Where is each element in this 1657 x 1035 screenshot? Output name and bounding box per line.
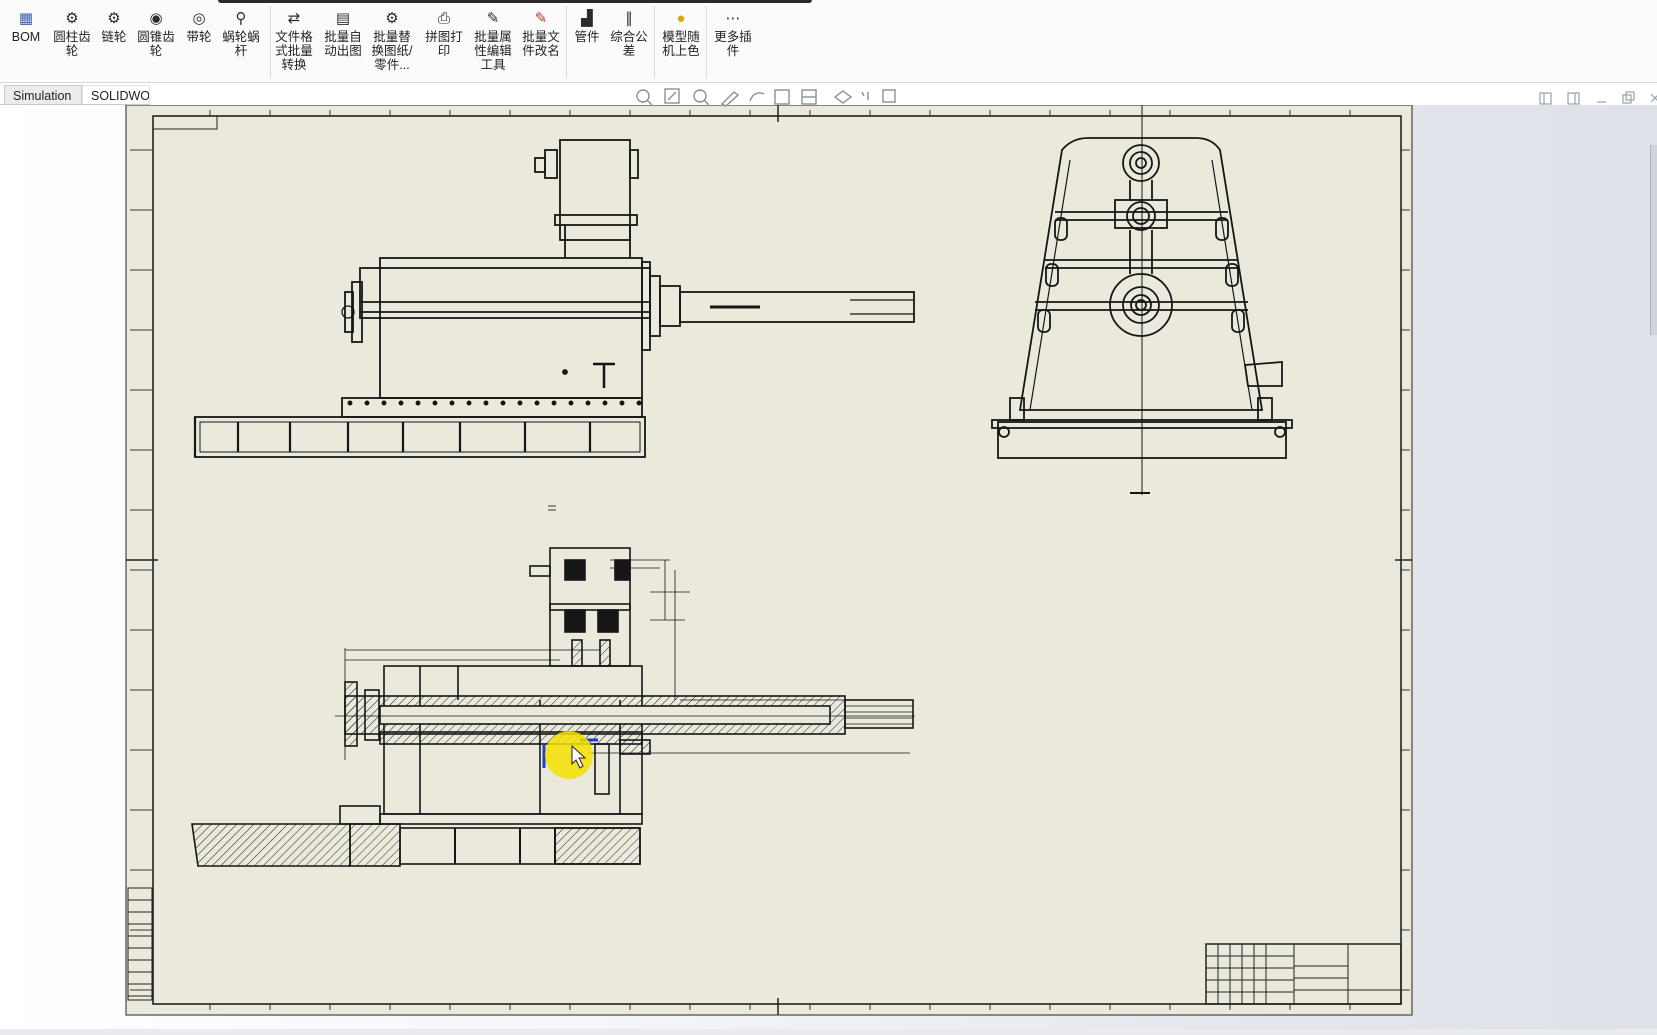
tab-simulation-label: Simulation <box>13 89 72 103</box>
previous-view-icon[interactable] <box>693 89 710 106</box>
more-icon: ⋯ <box>725 10 741 27</box>
batch-props-button[interactable]: ✎ 批量属 性编辑 工具 <box>471 10 515 72</box>
more-plugins-label: 更多插 件 <box>714 30 752 58</box>
worm-gear-button[interactable]: ⚲ 蜗轮蜗 杆 <box>221 10 261 58</box>
ribbon-group-separator <box>654 6 655 78</box>
zoom-area-icon[interactable] <box>664 88 680 104</box>
sketch-icon[interactable] <box>720 91 740 107</box>
combine-print-button[interactable]: ⎙ 拼图打 印 <box>423 10 465 58</box>
batch-replace-button[interactable]: ⚙ 批量替 换图纸/ 零件... <box>369 10 415 72</box>
zoom-to-fit-icon[interactable] <box>636 89 653 106</box>
hide-show-icon[interactable] <box>833 90 853 104</box>
tab-solidworks-label: SOLIDWOR <box>91 89 150 103</box>
appearance-icon[interactable] <box>861 91 869 100</box>
file-convert-label: 文件格 式批量 转换 <box>275 30 313 72</box>
bom-label: BOM <box>11 30 41 44</box>
file-convert-icon: ⇄ <box>287 10 301 27</box>
tolerance-label: 综合公 差 <box>610 30 648 58</box>
pipe-label: 管件 <box>574 30 600 44</box>
bevel-gear-icon: ◉ <box>149 10 163 27</box>
sprocket-icon: ⚙ <box>107 10 121 27</box>
tab-simulation[interactable]: Simulation <box>4 85 82 105</box>
more-plugins-button[interactable]: ⋯ 更多插 件 <box>712 10 754 58</box>
bom-button[interactable]: ▦ BOM <box>9 10 43 44</box>
restore-icon[interactable] <box>1622 91 1635 104</box>
tab-solidworks[interactable]: SOLIDWOR <box>82 85 150 105</box>
ribbon-group-separator <box>270 6 271 78</box>
worm-gear-icon: ⚲ <box>235 10 247 27</box>
random-color-label: 模型随 机上色 <box>662 30 700 58</box>
bom-table-icon: ▦ <box>18 10 34 27</box>
bevel-gear-label: 圆锥齿 轮 <box>137 30 175 58</box>
rename-icon: ✎ <box>534 10 548 27</box>
scene-icon[interactable] <box>882 89 896 103</box>
cylindrical-gear-icon: ⚙ <box>65 10 79 27</box>
bevel-gear-button[interactable]: ◉ 圆锥齿 轮 <box>136 10 176 58</box>
cylindrical-gear-button[interactable]: ⚙ 圆柱齿 轮 <box>52 10 92 58</box>
display-style-icon[interactable] <box>801 89 817 105</box>
tolerance-button[interactable]: ∥ 综合公 差 <box>608 10 650 58</box>
drawing-sheet-canvas[interactable] <box>0 105 1657 1029</box>
random-color-button[interactable]: ● 模型随 机上色 <box>659 10 703 58</box>
sprocket-button[interactable]: ⚙ 链轮 <box>98 10 130 44</box>
sprocket-label: 链轮 <box>101 30 127 44</box>
batch-drawing-label: 批量自 动出图 <box>324 30 362 58</box>
pipe-fitting-icon: ▟ <box>581 10 593 27</box>
printer-icon: ⎙ <box>437 10 450 27</box>
ribbon-group-separator <box>706 6 707 78</box>
cylindrical-gear-label: 圆柱齿 轮 <box>53 30 91 58</box>
color-ball-icon: ● <box>676 10 686 27</box>
pipe-button[interactable]: ▟ 管件 <box>570 10 604 44</box>
batch-props-label: 批量属 性编辑 工具 <box>474 30 512 72</box>
pulley-button[interactable]: ◎ 带轮 <box>183 10 215 44</box>
drawing-sheet <box>125 105 1413 1016</box>
cursor-highlight <box>545 731 593 779</box>
file-convert-button[interactable]: ⇄ 文件格 式批量 转换 <box>272 10 316 72</box>
ribbon-group-separator <box>566 6 567 78</box>
task-pane-tabs[interactable] <box>1650 145 1657 335</box>
document-window-controls <box>1539 91 1657 105</box>
batch-rename-label: 批量文 件改名 <box>522 30 560 58</box>
status-bar <box>0 1029 1657 1035</box>
tile-right-icon[interactable] <box>1567 92 1580 105</box>
ribbon-title-strip <box>218 0 812 3</box>
tile-left-icon[interactable] <box>1539 92 1552 105</box>
batch-drawing-button[interactable]: ▤ 批量自 动出图 <box>322 10 364 58</box>
section-view-icon[interactable] <box>774 89 790 105</box>
command-manager-ribbon: ▦ BOM ⚙ 圆柱齿 轮 ⚙ 链轮 ◉ 圆锥齿 轮 ◎ 带轮 ⚲ 蜗轮蜗 杆 ⇄ 文件格 式批量 转换 ▤… <box>0 0 1657 83</box>
heads-up-view-toolbar <box>636 88 896 107</box>
combine-print-label: 拼图打 印 <box>425 30 463 58</box>
graphics-area[interactable] <box>0 88 1657 1029</box>
batch-replace-label: 批量替 换图纸/ 零件... <box>371 30 413 72</box>
redo-icon[interactable] <box>749 92 765 102</box>
batch-replace-icon: ⚙ <box>385 10 399 27</box>
close-icon[interactable] <box>1650 93 1657 103</box>
batch-drawing-icon: ▤ <box>335 10 351 27</box>
pulley-icon: ◎ <box>192 10 206 27</box>
worm-gear-label: 蜗轮蜗 杆 <box>222 30 260 58</box>
pulley-label: 带轮 <box>186 30 212 44</box>
property-edit-icon: ✎ <box>486 10 500 27</box>
batch-rename-button[interactable]: ✎ 批量文 件改名 <box>520 10 562 58</box>
tolerance-icon: ∥ <box>625 10 633 27</box>
